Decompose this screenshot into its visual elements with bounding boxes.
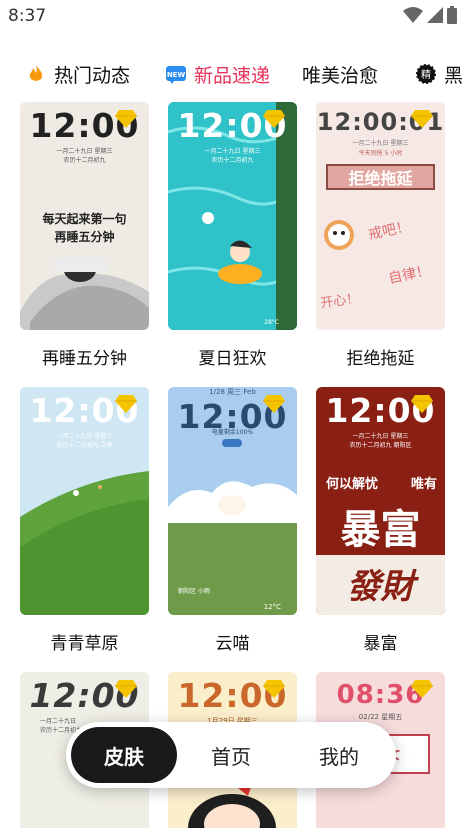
status-bar: 8:37 (0, 0, 465, 32)
diamond-icon (411, 680, 433, 698)
skin-card[interactable]: 12:00 一月二十九日 星期三 农历十二月初九 立春 青青草原 (20, 387, 149, 654)
skin-title: 再睡五分钟 (42, 349, 127, 369)
battery-icon (447, 6, 457, 24)
diamond-icon (263, 680, 285, 698)
tab-dark[interactable]: 精 黑 (416, 58, 463, 90)
skin-title: 夏日狂欢 (198, 349, 267, 369)
nav-skin[interactable]: 皮肤 (71, 727, 177, 783)
skin-preview: 12:00:01 一月二十九日 星期三 今天别拖 5 小时 拒绝拖延 戒吧！ 自… (316, 102, 445, 330)
svg-text:精: 精 (421, 68, 431, 81)
jing-badge-icon: 精 (416, 64, 436, 84)
diamond-icon (115, 680, 137, 698)
skin-preview: 12:00 一月二十九日 星期三 农历十二月初九 28°C (168, 102, 297, 330)
signal-icon (427, 7, 443, 23)
tab-hot[interactable]: 热门动态 (26, 58, 130, 90)
tab-new[interactable]: NEW 新品速递 (166, 58, 270, 90)
svg-text:NEW: NEW (167, 71, 186, 79)
diamond-icon (263, 395, 285, 413)
skin-card[interactable]: 12:00 一月二十九日 星期三 农历十二月初九 朝阳区 何以解忧 唯有 暴富 … (316, 387, 445, 654)
bottom-nav: 皮肤 首页 我的 (66, 722, 396, 788)
nav-home[interactable]: 首页 (178, 727, 284, 783)
wifi-icon (403, 7, 423, 23)
skin-preview: 1/28 周三 Feb 12:00 电量剩余100% 朝阳区 小雨 12°C (168, 387, 297, 615)
skin-title: 云喵 (215, 634, 250, 654)
skin-preview: 12:00 一月二十九日 星期三 农历十二月初九 每天起来第一句 再睡五分钟 (20, 102, 149, 330)
skin-card[interactable]: 1/28 周三 Feb 12:00 电量剩余100% 朝阳区 小雨 12°C 云… (168, 387, 297, 654)
diamond-icon (411, 110, 433, 128)
cartoon-face-illustration (324, 220, 354, 250)
status-time: 8:37 (8, 6, 47, 26)
diamond-icon (115, 110, 137, 128)
skin-card[interactable]: 12:00:01 一月二十九日 星期三 今天别拖 5 小时 拒绝拖延 戒吧！ 自… (316, 102, 445, 369)
category-tabs: 热门动态 NEW 新品速递 唯美治愈 精 黑 (0, 58, 465, 90)
skin-title: 青青草原 (50, 634, 119, 654)
skin-title: 暴富 (363, 634, 398, 654)
tab-healing[interactable]: 唯美治愈 (302, 58, 378, 90)
cartoon-girl-illustration (188, 784, 276, 828)
skin-title: 拒绝拖延 (346, 349, 415, 369)
skin-card[interactable]: 12:00 一月二十九日 星期三 农历十二月初九 每天起来第一句 再睡五分钟 再… (20, 102, 149, 369)
diamond-icon (263, 110, 285, 128)
skin-preview: 12:00 一月二十九日 星期三 农历十二月初九 朝阳区 何以解忧 唯有 暴富 … (316, 387, 445, 615)
skin-preview: 12:00 一月二十九日 星期三 农历十二月初九 立春 (20, 387, 149, 615)
sleeping-person-illustration (20, 258, 149, 330)
diamond-icon (411, 395, 433, 413)
skin-card[interactable]: 12:00 一月二十九日 星期三 农历十二月初九 28°C 夏日狂欢 (168, 102, 297, 369)
fire-icon (29, 65, 43, 81)
nav-mine[interactable]: 我的 (286, 727, 392, 783)
diamond-icon (115, 395, 137, 413)
new-badge-icon: NEW (166, 66, 186, 84)
